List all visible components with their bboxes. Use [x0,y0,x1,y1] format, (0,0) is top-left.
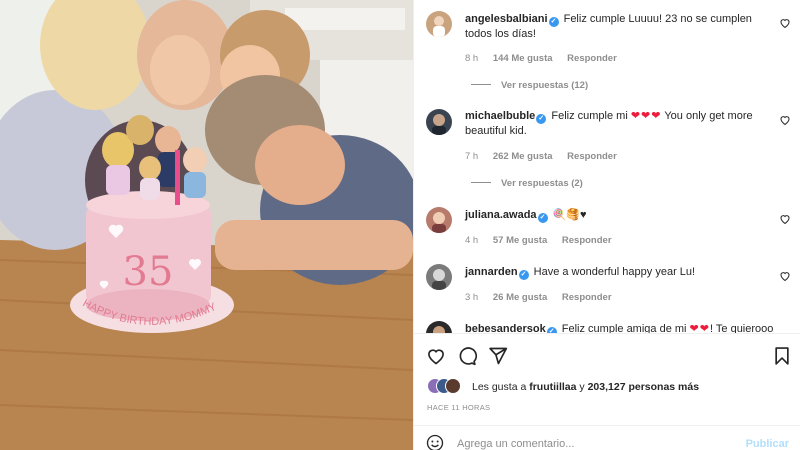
comment-like-heart-icon[interactable] [779,114,791,126]
comment-likes[interactable]: 57 Me gusta [493,235,547,246]
divider [414,333,800,334]
heart-icon[interactable] [426,346,446,366]
comment-text: jannarden ✓ Have a wonderful happy year L… [465,265,771,280]
comment-text: michaelbuble ✓ Feliz cumple mi ❤❤❤ You on… [465,109,771,139]
comment-text: juliana.awada ✓ 🍭🥞♥ [465,208,771,223]
comment-likes[interactable]: 144 Me gusta [493,53,553,64]
comment-icon[interactable] [457,346,477,366]
cake-number: 35 [123,249,174,295]
comment-username[interactable]: angelesbalbiani [465,13,548,25]
reply-button[interactable]: Responder [567,53,617,64]
comment-meta: 7 h 262 Me gusta Responder [465,151,629,162]
comment-likes[interactable]: 26 Me gusta [493,292,547,303]
comment-username[interactable]: michaelbuble [465,110,535,122]
view-replies-button[interactable]: Ver respuestas (2) [471,178,583,189]
post-side-panel: angelesbalbiani ✓ Feliz cumple Luuuu! 23 … [413,0,800,450]
comments-list[interactable]: angelesbalbiani ✓ Feliz cumple Luuuu! 23 … [414,0,800,333]
smiley-icon[interactable] [426,434,444,450]
comment-likes[interactable]: 262 Me gusta [493,151,553,162]
birthday-cake-photo: 35 HAPPY BIRTHDAY MOMMY [0,0,413,450]
avatar[interactable] [426,109,452,135]
comment-text: bebesandersok ✓ Feliz cumple amiga de mi … [465,322,774,333]
action-bar [414,340,800,370]
comment-body: Feliz cumple mi [551,110,628,122]
reply-button[interactable]: Responder [562,235,612,246]
avatar [445,378,461,394]
comment-username[interactable]: bebesandersok [465,323,546,333]
avatar[interactable] [426,264,452,290]
comment-time[interactable]: 4 h [465,235,478,246]
bookmark-icon[interactable] [772,346,792,366]
post-timestamp[interactable]: HACE 11 HORAS [427,403,490,412]
comment-username[interactable]: juliana.awada [465,209,537,221]
comment-like-heart-icon[interactable] [779,17,791,29]
comment-body-continued: ! Te quierooo [709,323,774,333]
likes-count[interactable]: 203,127 personas más [588,381,700,393]
comment-like-heart-icon[interactable] [779,213,791,225]
comment-body: Feliz cumple amiga de mi [561,323,687,333]
likes-prefix: Les gusta a [472,381,527,393]
comment-body: Have a wonderful happy year Lu! [533,266,696,278]
verified-badge-icon: ✓ [537,213,548,223]
comment-text: angelesbalbiani ✓ Feliz cumple Luuuu! 23 … [465,12,771,42]
comment-username[interactable]: jannarden [465,266,518,278]
avatar[interactable] [426,321,452,333]
comment-body: 🍭🥞♥ [552,209,587,221]
share-icon[interactable] [488,346,508,366]
post-comment-button[interactable]: Publicar [746,438,789,450]
hearts-emoji: ❤❤ [689,323,710,333]
comment-time[interactable]: 3 h [465,292,478,303]
post-photo[interactable]: 35 HAPPY BIRTHDAY MOMMY [0,0,413,450]
comment-meta: 8 h 144 Me gusta Responder [465,53,629,64]
view-replies-button[interactable]: Ver respuestas (12) [471,80,588,91]
comment-time[interactable]: 8 h [465,53,478,64]
comment-input[interactable]: Agrega un comentario... [457,438,574,450]
liker-avatars [427,378,467,394]
comment-meta: 4 h 57 Me gusta Responder [465,235,624,246]
verified-badge-icon: ✓ [536,114,547,124]
comment-meta: 3 h 26 Me gusta Responder [465,292,624,303]
verified-badge-icon: ✓ [548,17,559,27]
reply-button[interactable]: Responder [562,292,612,303]
likes-conjunction: y [579,381,585,393]
replies-line [471,84,491,85]
reply-button[interactable]: Responder [567,151,617,162]
add-comment-bar: Agrega un comentario... Publicar [414,425,800,450]
avatar[interactable] [426,207,452,233]
liker-username[interactable]: fruutiillaa [529,381,576,393]
replies-line [471,182,491,183]
avatar[interactable] [426,11,452,37]
comment-time[interactable]: 7 h [465,151,478,162]
verified-badge-icon: ✓ [518,270,529,280]
comment-like-heart-icon[interactable] [779,270,791,282]
likes-text: Les gusta a fruutiillaa y 203,127 person… [472,381,699,393]
hearts-emoji: ❤❤❤ [630,110,662,122]
